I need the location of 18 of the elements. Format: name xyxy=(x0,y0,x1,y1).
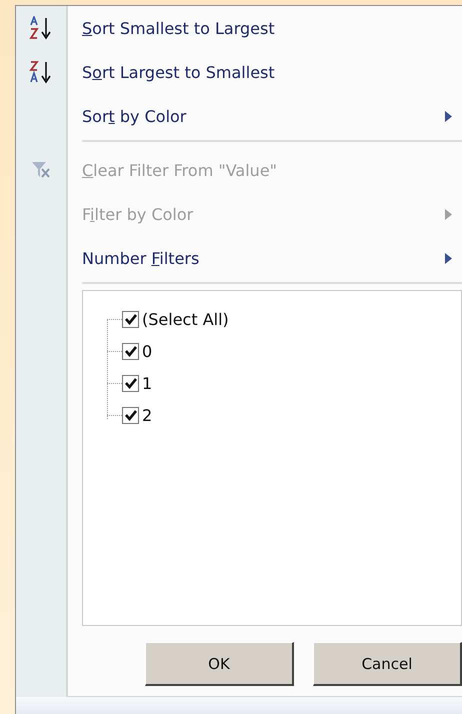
submenu-arrow-icon xyxy=(445,252,452,264)
menu-item[interactable]: Sort Smallest to Largest xyxy=(82,18,452,38)
menu-item[interactable]: Sort by Color xyxy=(82,106,445,126)
clear-filter-icon xyxy=(31,161,51,179)
value-label: 2 xyxy=(142,406,152,424)
value-label: 1 xyxy=(142,374,152,392)
checkbox[interactable] xyxy=(122,310,139,328)
menu-item[interactable]: Sort Largest to Smallest xyxy=(82,62,452,82)
value-label: 0 xyxy=(142,342,152,360)
checkbox[interactable] xyxy=(122,374,139,392)
checkbox[interactable] xyxy=(122,406,139,424)
value-label: (Select All) xyxy=(142,310,229,328)
ok-button[interactable]: OK xyxy=(145,642,294,686)
submenu-arrow-icon xyxy=(445,208,452,220)
cancel-button[interactable]: Cancel xyxy=(313,642,462,686)
submenu-arrow-icon xyxy=(445,110,452,122)
checkbox[interactable] xyxy=(122,342,139,360)
menu-item[interactable]: Number Filters xyxy=(82,248,445,268)
